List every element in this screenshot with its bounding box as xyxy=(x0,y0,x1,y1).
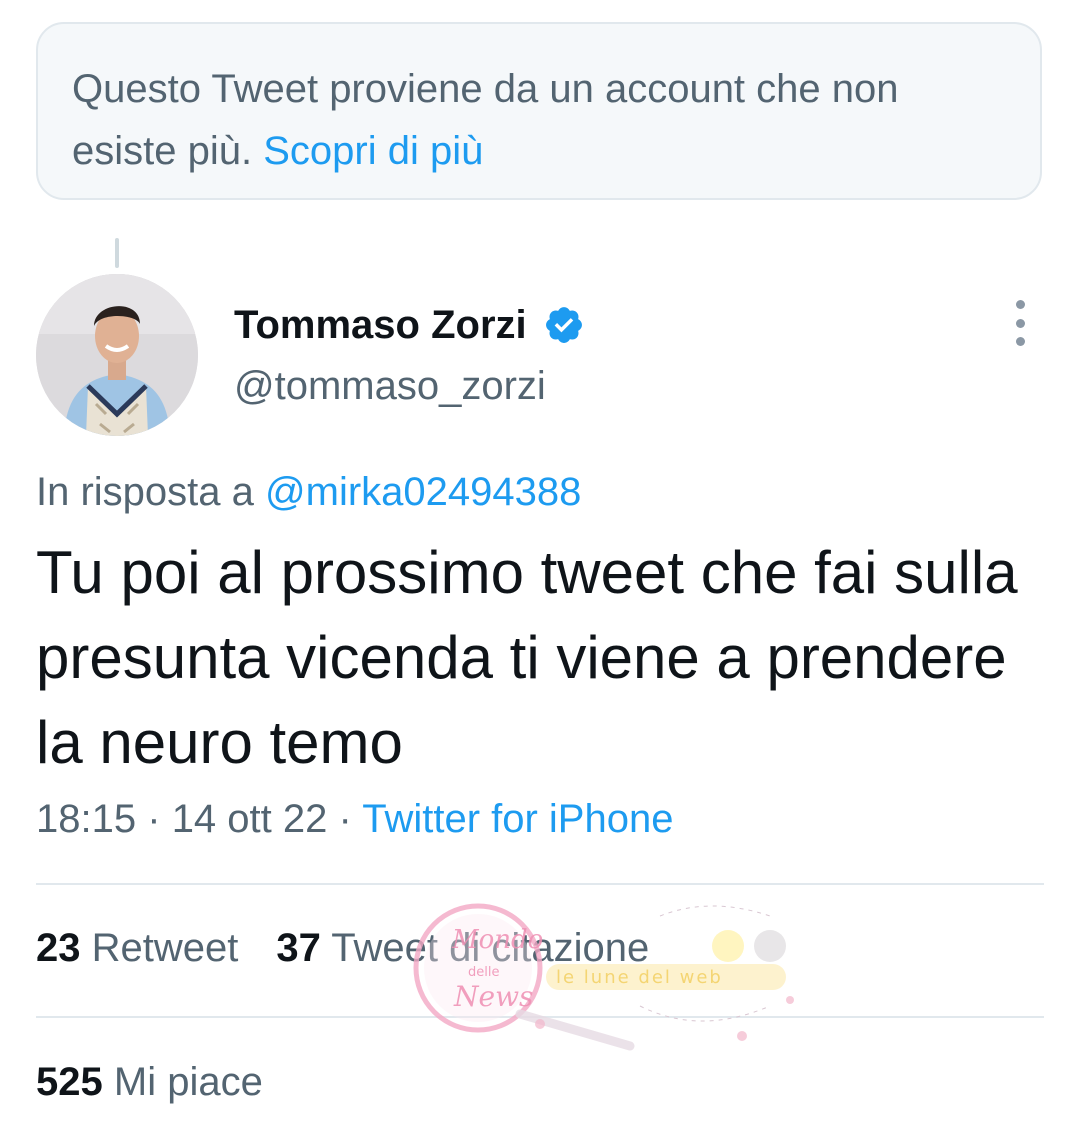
quotes-count: 37 xyxy=(276,926,321,970)
author-avatar[interactable] xyxy=(36,274,198,436)
likes-label: Mi piace xyxy=(113,1060,263,1104)
author-name-row[interactable]: Tommaso Zorzi xyxy=(234,300,585,350)
retweets-count: 23 xyxy=(36,926,81,970)
likes-stat[interactable]: 525 Mi piace xyxy=(36,1060,263,1105)
tweet-meta: 18:15 · 14 ott 22 · Twitter for iPhone xyxy=(36,797,673,842)
meta-separator: · xyxy=(147,797,161,841)
tweet-source-link[interactable]: Twitter for iPhone xyxy=(362,797,673,841)
more-options-icon[interactable] xyxy=(1008,300,1032,346)
quotes-stat[interactable]: 37 Tweet di citazione xyxy=(276,926,649,971)
divider xyxy=(36,883,1044,885)
reply-prefix: In risposta a xyxy=(36,470,254,514)
avatar-photo-icon xyxy=(36,274,198,436)
author-name[interactable]: Tommaso Zorzi xyxy=(234,303,527,348)
retweets-stat[interactable]: 23 Retweet xyxy=(36,926,238,971)
learn-more-link[interactable]: Scopri di più xyxy=(263,129,483,173)
verified-badge-icon xyxy=(545,307,582,343)
deleted-account-notice: Questo Tweet proviene da un account che … xyxy=(36,22,1042,200)
svg-text:News: News xyxy=(453,980,533,1013)
more-dot xyxy=(1015,318,1025,328)
author-handle[interactable]: @tommaso_zorzi xyxy=(234,364,546,409)
likes-count: 525 xyxy=(36,1060,103,1104)
tweet-stats: 23 Retweet 37 Tweet di citazione xyxy=(36,926,649,971)
divider xyxy=(36,1016,1044,1018)
reply-to-line: In risposta a @mirka02494388 xyxy=(36,470,581,515)
quotes-label: Tweet di citazione xyxy=(331,926,650,970)
notice-text: Questo Tweet proviene da un account che … xyxy=(72,67,899,173)
tweet-text: Tu poi al prossimo tweet che fai sulla p… xyxy=(36,539,1018,776)
tweet-time[interactable]: 18:15 xyxy=(36,797,136,841)
reply-mention-link[interactable]: @mirka02494388 xyxy=(265,470,581,514)
watermark-logo-icon: Mondo delle News le lune del web xyxy=(413,903,794,1051)
meta-separator: · xyxy=(338,797,352,841)
more-dot xyxy=(1015,337,1025,346)
more-dot xyxy=(1015,300,1025,309)
retweets-label: Retweet xyxy=(91,926,239,970)
thread-connector-line xyxy=(115,238,119,268)
tweet-date[interactable]: 14 ott 22 xyxy=(172,797,328,841)
